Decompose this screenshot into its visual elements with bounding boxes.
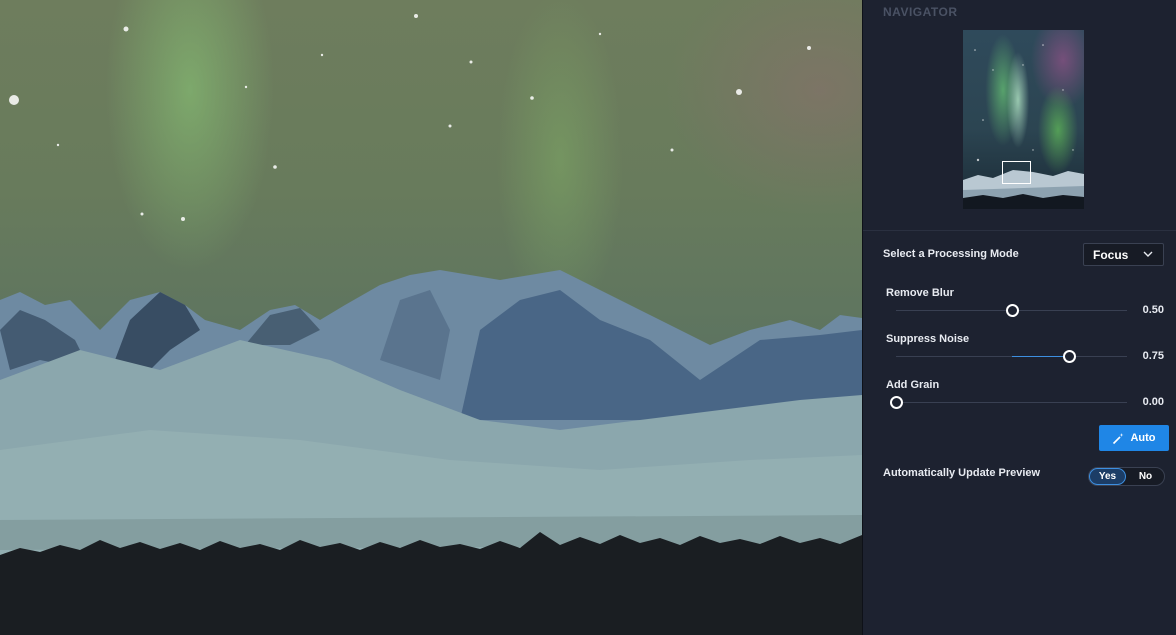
add-grain-value: 0.00 xyxy=(1142,396,1164,408)
processing-mode-select[interactable]: Focus xyxy=(1083,243,1164,266)
processing-mode-label: Select a Processing Mode xyxy=(883,248,1019,260)
auto-button[interactable]: Auto xyxy=(1099,425,1169,451)
remove-blur-value: 0.50 xyxy=(1142,304,1164,316)
divider xyxy=(863,230,1176,231)
settings-panel: NAVIGATOR Select a Processing Mode Focus… xyxy=(862,0,1176,635)
suppress-noise-slider[interactable] xyxy=(896,350,1127,363)
stars xyxy=(9,14,811,221)
auto-update-label: Automatically Update Preview xyxy=(883,467,1041,479)
magic-wand-icon xyxy=(1113,432,1124,444)
slider-handle[interactable] xyxy=(1006,304,1019,317)
navigator-title: NAVIGATOR xyxy=(883,5,958,19)
add-grain-slider[interactable] xyxy=(890,396,1127,409)
suppress-noise-value: 0.75 xyxy=(1142,350,1164,362)
slider-handle[interactable] xyxy=(1063,350,1076,363)
remove-blur-slider[interactable] xyxy=(896,304,1127,317)
tree-line xyxy=(0,532,862,635)
toggle-no-option[interactable]: No xyxy=(1127,468,1164,485)
navigator-thumbnail[interactable] xyxy=(963,30,1084,209)
add-grain-label: Add Grain xyxy=(886,379,940,391)
auto-button-label: Auto xyxy=(1130,432,1156,444)
remove-blur-label: Remove Blur xyxy=(886,287,954,299)
landscape-illustration xyxy=(0,14,862,635)
image-preview[interactable] xyxy=(0,0,862,635)
suppress-noise-label: Suppress Noise xyxy=(886,333,970,345)
processing-mode-value: Focus xyxy=(1093,248,1129,262)
navigator-viewport-box[interactable] xyxy=(1002,161,1031,184)
toggle-yes-option[interactable]: Yes xyxy=(1089,468,1126,485)
chevron-down-icon xyxy=(1143,251,1153,257)
slider-fill xyxy=(1012,356,1069,357)
auto-update-toggle[interactable]: Yes No xyxy=(1088,467,1165,486)
slider-handle[interactable] xyxy=(890,396,903,409)
